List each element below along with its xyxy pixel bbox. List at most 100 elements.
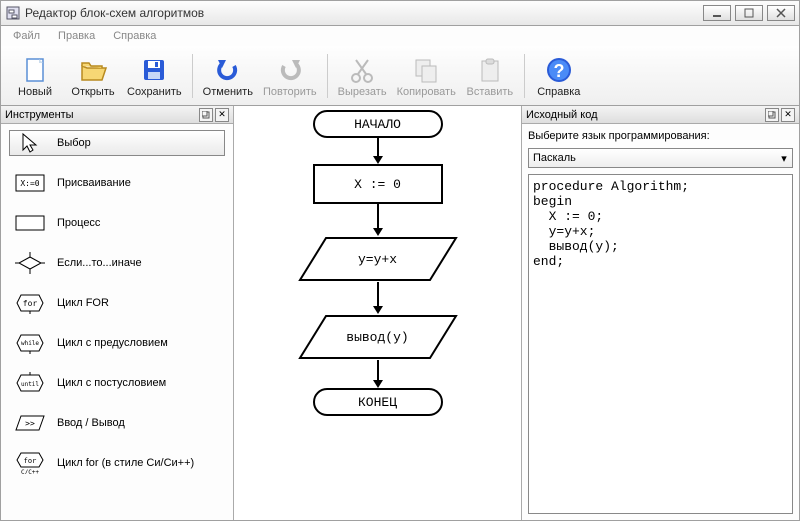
- copy-button[interactable]: Копировать: [393, 52, 460, 100]
- panel-float-button[interactable]: [199, 108, 213, 122]
- panel-close-button[interactable]: ✕: [215, 108, 229, 122]
- svg-text:>>: >>: [25, 419, 35, 428]
- chevron-down-icon: ▾: [776, 149, 792, 167]
- svg-text:X:=0: X:=0: [20, 179, 39, 188]
- tool-until[interactable]: until Цикл с постусловием: [9, 370, 225, 396]
- open-label: Открыть: [71, 86, 114, 98]
- paste-icon: [476, 54, 504, 86]
- help-button[interactable]: ? Справка: [531, 52, 587, 100]
- tool-label: Присваивание: [57, 177, 131, 189]
- menu-help[interactable]: Справка: [105, 28, 164, 44]
- flow-end-text: КОНЕЦ: [358, 395, 397, 410]
- svg-text:C/C++: C/C++: [21, 469, 39, 474]
- tool-label: Цикл с постусловием: [57, 377, 166, 389]
- redo-label: Повторить: [263, 86, 317, 98]
- source-panel-title: Исходный код: [526, 109, 598, 121]
- cut-label: Вырезать: [338, 86, 387, 98]
- paste-button[interactable]: Вставить: [462, 52, 518, 100]
- paste-label: Вставить: [466, 86, 513, 98]
- tool-label: Выбор: [57, 137, 91, 149]
- flow-arrow: [373, 138, 383, 164]
- menu-edit[interactable]: Правка: [50, 28, 103, 44]
- save-icon: [140, 54, 168, 86]
- tool-label: Процесс: [57, 217, 100, 229]
- flow-io2-text: вывод(y): [346, 330, 408, 345]
- flow-io1-text: y=y+x: [358, 252, 397, 267]
- copy-icon: [412, 54, 440, 86]
- menu-file[interactable]: Файл: [5, 28, 48, 44]
- if-icon: [15, 252, 45, 274]
- canvas[interactable]: НАЧАЛО X := 0 y=y+x вывод(y) КОНЕЦ: [234, 106, 521, 520]
- new-icon: [21, 54, 49, 86]
- language-combo[interactable]: Паскаль ▾: [528, 148, 793, 168]
- new-label: Новый: [18, 86, 52, 98]
- tool-while[interactable]: while Цикл с предусловием: [9, 330, 225, 356]
- save-label: Сохранить: [127, 86, 182, 98]
- close-button[interactable]: [767, 5, 795, 21]
- undo-button[interactable]: Отменить: [199, 52, 257, 100]
- tool-label: Цикл с предусловием: [57, 337, 168, 349]
- menubar: Файл Правка Справка: [0, 26, 800, 46]
- flow-assign-text: X := 0: [354, 177, 401, 192]
- tool-cfor[interactable]: for C/C++ Цикл for (в стиле Си/Си++): [9, 450, 225, 476]
- flow-start[interactable]: НАЧАЛО: [313, 110, 443, 138]
- tool-list: Выбор X:=0 Присваивание Процесс Если...т…: [1, 124, 233, 482]
- flow-arrow: [373, 360, 383, 388]
- svg-text:?: ?: [553, 61, 564, 81]
- tool-label: Цикл for (в стиле Си/Си++): [57, 457, 194, 469]
- undo-icon: [214, 54, 242, 86]
- toolbar-separator: [192, 54, 193, 98]
- redo-icon: [276, 54, 304, 86]
- until-icon: until: [15, 372, 45, 394]
- process-icon: [15, 212, 45, 234]
- language-label: Выберите язык программирования:: [528, 128, 793, 144]
- tool-select[interactable]: Выбор: [9, 130, 225, 156]
- save-button[interactable]: Сохранить: [123, 52, 186, 100]
- assign-icon: X:=0: [15, 172, 45, 194]
- titlebar: Редактор блок-схем алгоритмов: [0, 0, 800, 26]
- svg-text:for: for: [24, 457, 37, 465]
- cut-icon: [348, 54, 376, 86]
- open-icon: [79, 54, 107, 86]
- tools-panel-header: Инструменты ✕: [1, 106, 233, 124]
- cfor-icon: for C/C++: [15, 452, 45, 474]
- redo-button[interactable]: Повторить: [259, 52, 321, 100]
- tool-for[interactable]: for Цикл FOR: [9, 290, 225, 316]
- new-button[interactable]: Новый: [7, 52, 63, 100]
- flow-end[interactable]: КОНЕЦ: [313, 388, 443, 416]
- flow-arrow: [373, 282, 383, 314]
- tool-label: Если...то...иначе: [57, 257, 142, 269]
- toolbar-separator: [327, 54, 328, 98]
- for-icon: for: [15, 292, 45, 314]
- cursor-icon: [15, 132, 45, 154]
- tool-label: Цикл FOR: [57, 297, 109, 309]
- source-panel-header: Исходный код ✕: [522, 106, 799, 124]
- help-label: Справка: [537, 86, 580, 98]
- flow-io1[interactable]: y=y+x: [298, 236, 458, 282]
- flowchart: НАЧАЛО X := 0 y=y+x вывод(y) КОНЕЦ: [298, 110, 458, 416]
- panel-close-button[interactable]: ✕: [781, 108, 795, 122]
- flow-arrow: [373, 204, 383, 236]
- tool-io[interactable]: >> Ввод / Вывод: [9, 410, 225, 436]
- flow-assign[interactable]: X := 0: [313, 164, 443, 204]
- source-panel: Исходный код ✕ Выберите язык программиро…: [521, 106, 799, 520]
- panel-float-button[interactable]: [765, 108, 779, 122]
- tool-process[interactable]: Процесс: [9, 210, 225, 236]
- workarea: Инструменты ✕ Выбор X:=0 Присваивание Пр…: [0, 106, 800, 521]
- code-output[interactable]: procedure Algorithm; begin X := 0; y=y+x…: [528, 174, 793, 514]
- help-icon: ?: [545, 54, 573, 86]
- app-icon: [5, 5, 21, 21]
- minimize-button[interactable]: [703, 5, 731, 21]
- open-button[interactable]: Открыть: [65, 52, 121, 100]
- language-value: Паскаль: [529, 152, 776, 164]
- maximize-button[interactable]: [735, 5, 763, 21]
- io-icon: >>: [15, 412, 45, 434]
- cut-button[interactable]: Вырезать: [334, 52, 391, 100]
- while-icon: while: [15, 332, 45, 354]
- flow-io2[interactable]: вывод(y): [298, 314, 458, 360]
- svg-text:for: for: [23, 299, 38, 308]
- tools-panel-title: Инструменты: [5, 109, 74, 121]
- tool-assign[interactable]: X:=0 Присваивание: [9, 170, 225, 196]
- undo-label: Отменить: [203, 86, 253, 98]
- tool-if[interactable]: Если...то...иначе: [9, 250, 225, 276]
